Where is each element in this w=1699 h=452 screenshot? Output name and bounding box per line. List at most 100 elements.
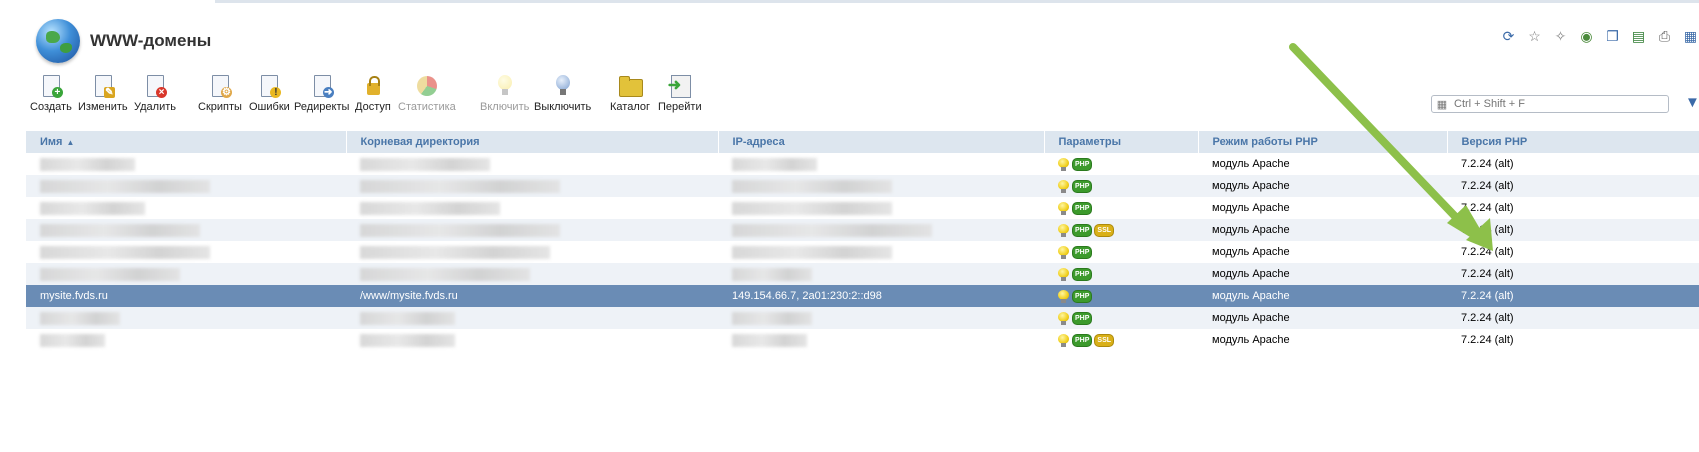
cell-params: PHP [1044,263,1198,285]
cell-name: mysite.fvds.ru [26,285,346,307]
table-row[interactable]: PHP модуль Apache 7.2.24 (alt) [26,307,1699,329]
cell-params: PHP [1044,153,1198,175]
php-badge-icon: PHP [1072,201,1093,215]
cell-params: PHP [1044,197,1198,219]
cell-ip [718,329,1044,351]
enabled-bulb-icon [1058,179,1069,193]
cell-name [26,329,346,351]
refresh-icon[interactable]: ⟳ [1500,28,1517,45]
table-row[interactable]: PHP модуль Apache 7.2.24 (alt) [26,241,1699,263]
cell-php-version: 7.2.24 (alt) [1447,263,1699,285]
redacted-cell-name [40,179,210,193]
redirects-button[interactable]: ➜ Редиректы [294,74,349,113]
redacted-cell-name [40,245,210,259]
table-row[interactable]: PHP SSL модуль Apache 7.2.24 (alt) [26,219,1699,241]
create-icon: + [39,74,63,98]
redacted-cell-root [360,157,490,171]
cell-params: PHP [1044,175,1198,197]
cell-name [26,307,346,329]
filter-icon[interactable]: ▼ [1685,94,1699,111]
cell-php-version: 7.2.24 (alt) [1447,175,1699,197]
pie-chart-icon [415,74,439,98]
php-badge-icon: PHP [1072,179,1093,193]
cell-ip: 149.154.66.7, 2a01:230:2::d98 [718,285,1044,307]
cell-ip [718,263,1044,285]
cell-root [346,197,718,219]
delete-button[interactable]: × Удалить [134,74,176,113]
table-row[interactable]: PHP модуль Apache 7.2.24 (alt) [26,153,1699,175]
folder-icon [618,74,643,98]
scripts-button[interactable]: ⚙ Скрипты [198,74,242,113]
table-row[interactable]: PHP модуль Apache 7.2.24 (alt) [26,263,1699,285]
goto-button[interactable]: ➜ Перейти [658,74,702,113]
cell-php-mode: модуль Apache [1198,263,1447,285]
php-badge-icon: PHP [1072,289,1093,303]
errors-button[interactable]: ! Ошибки [249,74,290,113]
search-input[interactable] [1452,97,1656,111]
cell-name [26,153,346,175]
lock-icon [361,74,385,98]
export-excel-icon[interactable]: ▤ [1630,28,1647,45]
redacted-cell-ip [732,179,892,193]
cell-root [346,329,718,351]
redacted-cell-name [40,267,180,281]
column-ip[interactable]: IP-адреса [718,131,1045,153]
column-root[interactable]: Корневая директория [346,131,719,153]
copy-icon[interactable]: ❐ [1604,28,1621,45]
catalog-button[interactable]: Каталог [610,74,650,113]
column-params[interactable]: Параметры [1044,131,1199,153]
php-badge-icon: PHP [1072,333,1093,347]
cell-ip [718,219,1044,241]
redacted-cell-root [360,333,455,347]
create-button[interactable]: + Создать [30,74,72,113]
cell-root [346,241,718,263]
redacted-cell-root [360,245,550,259]
php-badge-icon: PHP [1072,223,1093,237]
table-row[interactable]: PHP модуль Apache 7.2.24 (alt) [26,175,1699,197]
table-row[interactable]: mysite.fvds.ru/www/mysite.fvds.ru 149.154… [26,285,1699,307]
cell-root: /www/mysite.fvds.ru [346,285,718,307]
cell-params: PHP SSL [1044,329,1198,351]
cell-php-mode: модуль Apache [1198,219,1447,241]
cell-name [26,241,346,263]
cell-ip [718,307,1044,329]
enable-button[interactable]: Включить [480,74,529,113]
column-name[interactable]: Имя ▲ [26,131,347,153]
cell-php-mode: модуль Apache [1198,307,1447,329]
enabled-bulb-icon [1058,311,1069,325]
table-row[interactable]: PHP SSL модуль Apache 7.2.24 (alt) [26,329,1699,351]
cell-php-version: 7.2.24 (alt) [1447,219,1699,241]
table-header-row: Имя ▲ Корневая директория IP-адреса Парам… [26,131,1699,153]
cell-ip [718,153,1044,175]
search-icon: ▦ [1436,98,1448,111]
cell-php-version: 7.2.24 (alt) [1447,285,1699,307]
column-php-version[interactable]: Версия PHP [1447,131,1699,153]
redacted-cell-ip [732,157,817,171]
column-php-mode[interactable]: Режим работы PHP [1198,131,1448,153]
redacted-cell-root [360,223,560,237]
edit-button[interactable]: ✎ Изменить [78,74,128,113]
redacted-cell-ip [732,333,807,347]
search-box[interactable]: ▦ [1431,95,1669,113]
disable-button[interactable]: Выключить [534,74,591,113]
redacted-cell-ip [732,245,892,259]
access-button[interactable]: Доступ [355,74,391,113]
stats-button[interactable]: Статистика [398,74,456,113]
star-icon[interactable]: ☆ [1526,28,1543,45]
ssl-badge-icon: SSL [1094,223,1115,237]
table-settings-icon[interactable]: ▦ [1682,28,1699,45]
cell-php-version: 7.2.24 (alt) [1447,197,1699,219]
help-icon[interactable]: ◉ [1578,28,1595,45]
cell-php-mode: модуль Apache [1198,175,1447,197]
goto-icon: ➜ [668,74,692,98]
redacted-cell-ip [732,311,812,325]
errors-icon: ! [257,74,282,98]
cell-name [26,219,346,241]
cell-name [26,175,346,197]
table-row[interactable]: PHP модуль Apache 7.2.24 (alt) [26,197,1699,219]
enabled-bulb-icon [1058,201,1069,215]
cell-ip [718,175,1044,197]
print-icon[interactable]: ⎙ [1656,28,1673,45]
pin-icon[interactable]: ✧ [1552,28,1569,45]
scripts-icon: ⚙ [208,74,232,98]
